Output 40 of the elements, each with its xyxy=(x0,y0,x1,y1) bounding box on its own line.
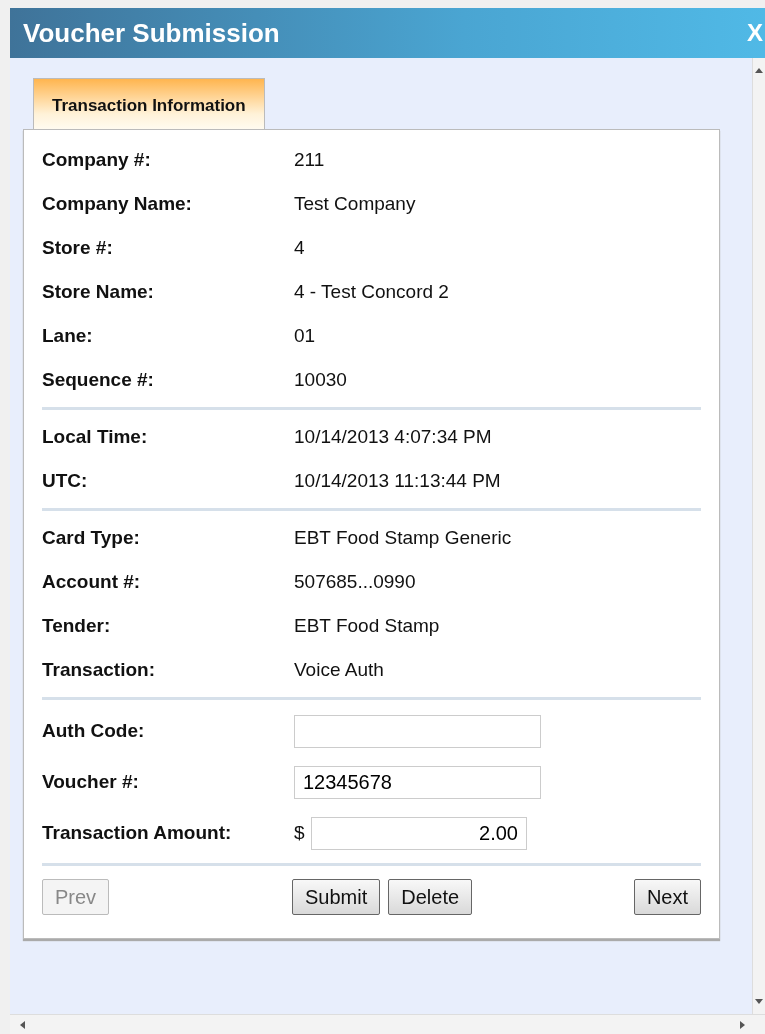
field-label: Auth Code: xyxy=(42,718,146,743)
field-label: Transaction Amount: xyxy=(42,820,233,845)
scroll-down-icon[interactable] xyxy=(755,999,763,1004)
amount-field[interactable]: 2.00 xyxy=(311,816,527,850)
field-value: 01 xyxy=(294,324,316,349)
scroll-right-icon[interactable] xyxy=(740,1020,745,1029)
field-label: Card Type: xyxy=(42,526,141,551)
field-value: 4 - Test Concord 2 xyxy=(294,280,449,305)
field-label: Company #: xyxy=(42,148,152,173)
field-value: 10/14/2013 4:07:34 PM xyxy=(294,425,492,450)
field-label: Account #: xyxy=(42,570,142,595)
field-value: 10/14/2013 11:13:44 PM xyxy=(294,469,501,494)
field-label: Lane: xyxy=(42,324,94,349)
scroll-up-icon[interactable] xyxy=(755,68,763,73)
field-value: 211 xyxy=(294,148,325,173)
field-label: Sequence #: xyxy=(42,368,155,393)
field-value: Voice Auth xyxy=(294,658,384,683)
field-value: 507685...0990 xyxy=(294,570,416,595)
field-label: Company Name: xyxy=(42,192,193,217)
window-title: Voucher Submission xyxy=(23,16,280,50)
nav-button[interactable]: Submit xyxy=(292,878,381,915)
scroll-left-icon[interactable] xyxy=(20,1020,25,1029)
tab[interactable]: Transaction Information xyxy=(33,78,265,129)
nav-button[interactable]: Next xyxy=(633,878,701,915)
field-label: Voucher #: xyxy=(42,769,140,794)
field-label: Store Name: xyxy=(42,280,155,305)
field-value: 10030 xyxy=(294,368,347,393)
field-label: UTC: xyxy=(42,469,89,494)
field-label: Store #: xyxy=(42,236,114,261)
field-value: EBT Food Stamp Generic xyxy=(294,526,512,551)
nav-button[interactable]: Delete xyxy=(388,878,473,915)
input-field[interactable]: 12345678 xyxy=(294,765,541,799)
currency-symbol: $ xyxy=(294,820,306,845)
field-value: 4 xyxy=(294,236,305,261)
field-label: Local Time: xyxy=(42,425,149,450)
field-label: Transaction: xyxy=(42,658,156,683)
field-value: Test Company xyxy=(294,192,416,217)
field-value: EBT Food Stamp xyxy=(294,614,440,639)
field-label: Tender: xyxy=(42,614,112,639)
input-field[interactable] xyxy=(294,714,541,748)
